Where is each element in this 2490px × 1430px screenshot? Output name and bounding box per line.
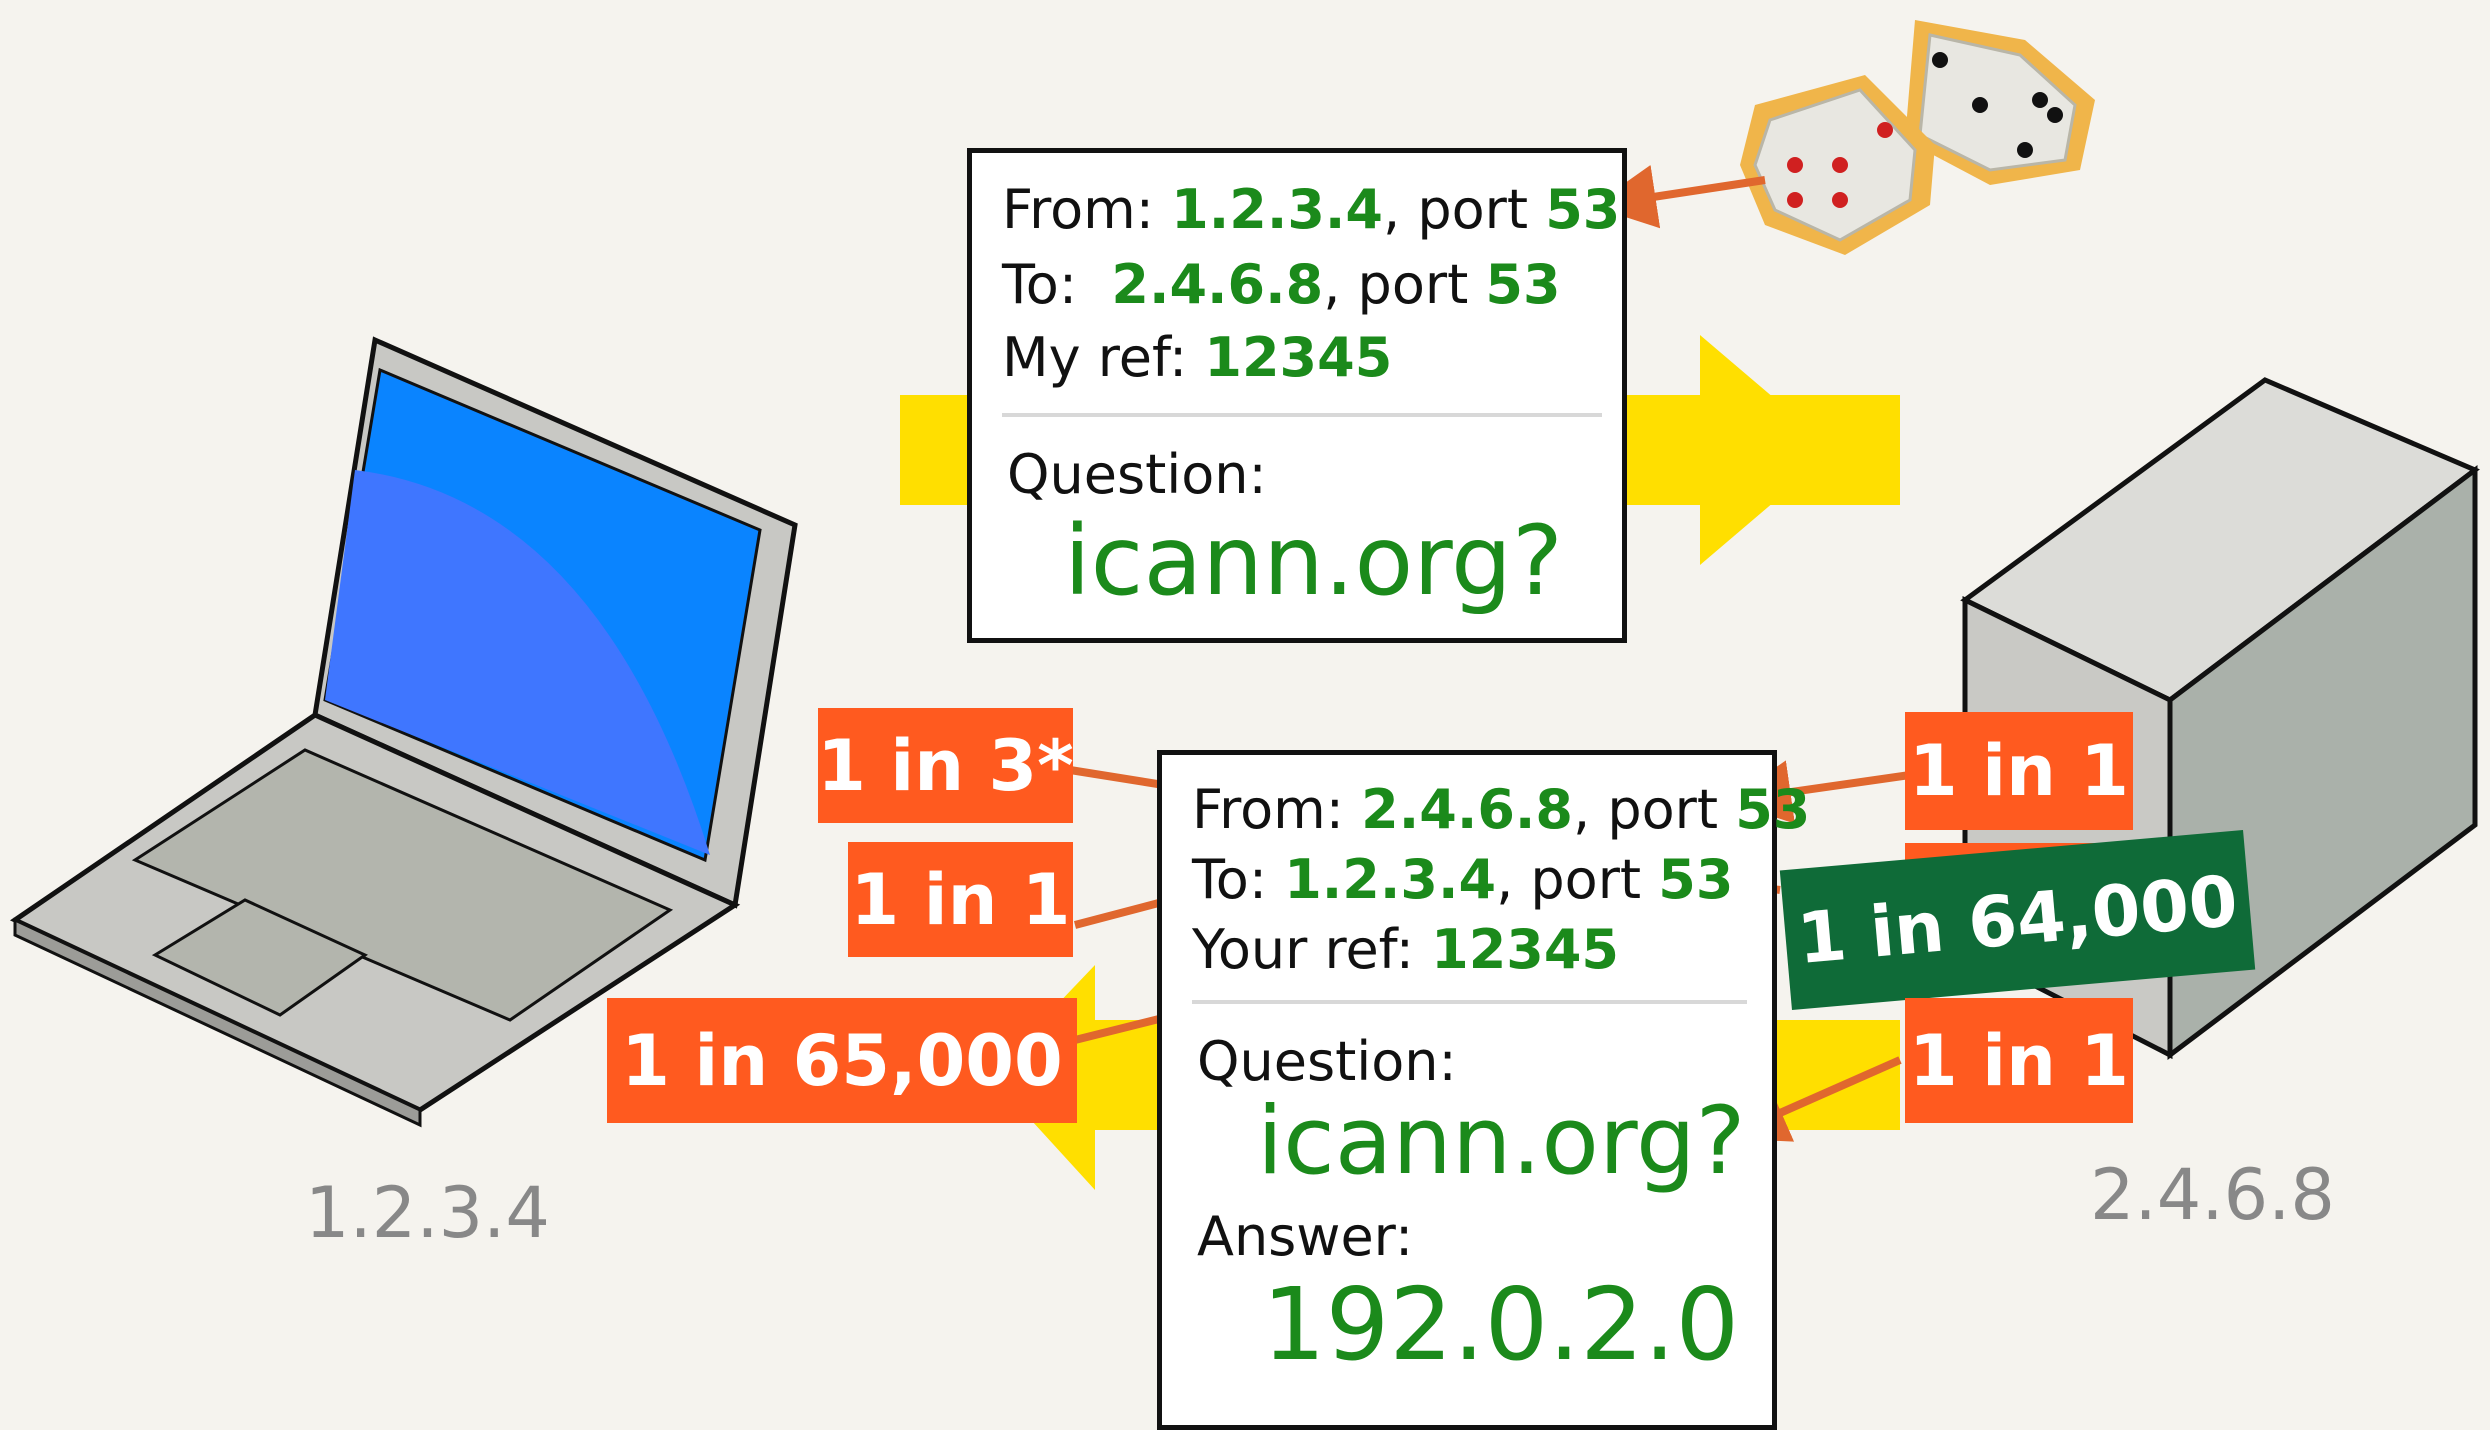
badge-one-in-65000: 1 in 65,000	[607, 998, 1077, 1123]
response-to-port: 53	[1658, 848, 1734, 911]
badge-one-in-one-to-ip: 1 in 1	[848, 842, 1073, 957]
response-answer-label: Answer:	[1197, 1205, 1414, 1268]
dice-icon	[1740, 20, 2095, 255]
query-divider	[1002, 413, 1602, 417]
client-address: 1.2.3.4	[305, 1172, 550, 1254]
response-divider	[1192, 1000, 1747, 1004]
query-ref: 12345	[1204, 326, 1393, 389]
response-answer: 192.0.2.0	[1262, 1266, 1740, 1383]
response-ref-line: Your ref: 12345	[1192, 918, 1619, 981]
server-address: 2.4.6.8	[2090, 1154, 2335, 1236]
query-question: icann.org?	[1064, 505, 1563, 617]
query-question-label: Question:	[1007, 443, 1267, 506]
response-question-label: Question:	[1197, 1030, 1457, 1093]
response-packet: From: 2.4.6.8, port 53 To: 1.2.3.4, port…	[1157, 750, 1810, 1430]
response-from-port: 53	[1735, 778, 1811, 841]
response-to-ip: 1.2.3.4	[1284, 848, 1497, 911]
query-ref-line: My ref: 12345	[1002, 326, 1393, 389]
response-to-line: To: 1.2.3.4, port 53	[1192, 848, 1734, 911]
response-question: icann.org?	[1257, 1087, 1746, 1196]
response-ref: 12345	[1431, 918, 1619, 981]
badge-one-in-three: 1 in 3*	[817, 708, 1074, 823]
query-packet: From: 1.2.3.4, port 53 To: 2.4.6.8, port…	[967, 148, 1627, 643]
query-from-port: 53	[1545, 178, 1621, 241]
query-to-ip: 2.4.6.8	[1111, 253, 1324, 316]
query-to-line: To: 2.4.6.8, port 53	[1002, 253, 1561, 316]
query-to-port: 53	[1485, 253, 1561, 316]
badge-one-in-one-from-port: 1 in 1	[1905, 712, 2133, 830]
query-from-ip: 1.2.3.4	[1171, 178, 1383, 241]
query-from-line: From: 1.2.3.4, port 53	[1002, 178, 1621, 241]
response-from-ip: 2.4.6.8	[1361, 778, 1573, 841]
response-from-line: From: 2.4.6.8, port 53	[1192, 778, 1811, 841]
badge-one-in-one-question: 1 in 1	[1905, 998, 2133, 1123]
